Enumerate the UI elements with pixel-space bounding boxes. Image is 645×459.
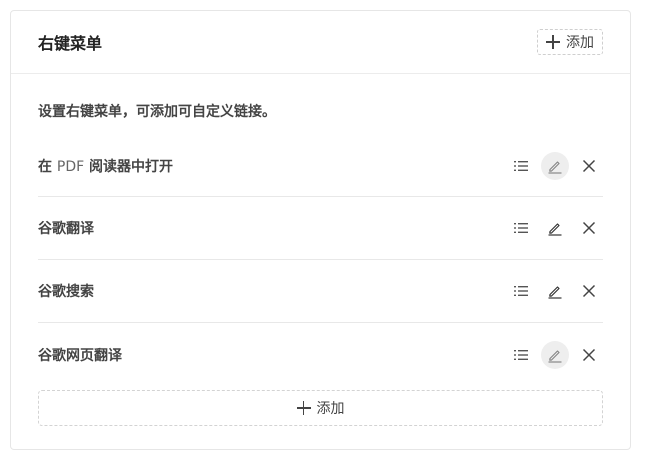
delete-button[interactable] <box>575 341 603 369</box>
plus-icon <box>546 35 560 49</box>
list-item: 谷歌翻译 <box>38 197 603 260</box>
context-menu-settings-card: 右键菜单 添加 设置右键菜单，可添加可自定义链接。 在 PDF 阅读器中打开 谷… <box>10 10 631 450</box>
edit-button[interactable] <box>541 340 569 369</box>
header-add-button[interactable]: 添加 <box>537 29 603 55</box>
item-actions <box>501 214 603 242</box>
drag-handle-button[interactable] <box>507 152 535 180</box>
close-x-icon <box>582 284 596 298</box>
item-actions <box>501 277 603 305</box>
edit-button[interactable] <box>541 152 569 180</box>
list-item: 谷歌网页翻译 <box>38 323 603 386</box>
close-x-icon <box>582 221 596 235</box>
close-x-icon <box>582 348 596 361</box>
close-x-icon <box>582 159 596 173</box>
list-item-label: 谷歌网页翻译 <box>38 347 122 364</box>
pencil-edit-icon <box>548 286 562 299</box>
pencil-edit-icon <box>548 223 562 236</box>
header-add-label: 添加 <box>566 35 594 51</box>
list-item-label: 在 PDF 阅读器中打开 <box>38 159 174 175</box>
card-body: 设置右键菜单，可添加可自定义链接。 在 PDF 阅读器中打开 谷歌翻译 谷歌搜索… <box>11 102 630 426</box>
list-drag-icon <box>514 223 528 233</box>
drag-handle-button[interactable] <box>507 277 535 305</box>
delete-button[interactable] <box>575 214 603 242</box>
pencil-edit-icon <box>548 349 562 363</box>
list-item-label: 谷歌搜索 <box>38 284 94 300</box>
item-actions <box>501 340 603 369</box>
list-drag-icon <box>514 286 528 296</box>
list-item-label: 谷歌翻译 <box>38 221 94 237</box>
pencil-edit-icon <box>548 161 562 174</box>
edit-button[interactable] <box>541 277 569 305</box>
menu-item-list: 在 PDF 阅读器中打开 谷歌翻译 谷歌搜索 谷歌网页翻译 <box>38 136 603 386</box>
description-text: 设置右键菜单，可添加可自定义链接。 <box>38 104 276 120</box>
drag-handle-button[interactable] <box>507 214 535 242</box>
add-item-label: 添加 <box>316 401 345 417</box>
delete-button[interactable] <box>575 152 603 180</box>
plus-icon <box>296 401 311 415</box>
list-item: 在 PDF 阅读器中打开 <box>38 136 603 197</box>
list-drag-icon <box>514 161 528 171</box>
card-header: 右键菜单 添加 <box>11 11 630 74</box>
card-title: 右键菜单 <box>38 34 103 53</box>
item-actions <box>501 152 603 180</box>
add-item-button[interactable]: 添加 <box>38 390 603 426</box>
list-item: 谷歌搜索 <box>38 260 603 323</box>
drag-handle-button[interactable] <box>507 341 535 369</box>
list-drag-icon <box>514 349 528 360</box>
edit-button[interactable] <box>541 214 569 242</box>
delete-button[interactable] <box>575 277 603 305</box>
